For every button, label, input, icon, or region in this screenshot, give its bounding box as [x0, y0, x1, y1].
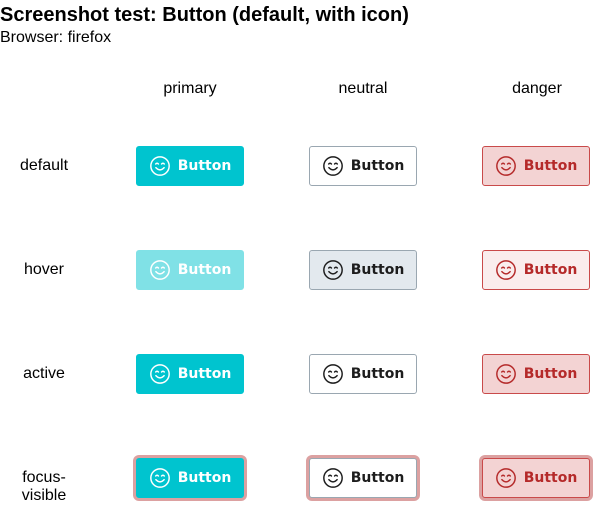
danger-button-focus-visible[interactable]: Button [482, 458, 590, 498]
button-label: Button [523, 366, 578, 382]
neutral-button-default[interactable]: Button [309, 146, 417, 186]
smiley-face-icon [322, 467, 344, 489]
smiley-face-icon [149, 467, 171, 489]
column-header-neutral: neutral [338, 80, 388, 97]
row-label-active: active [23, 365, 65, 382]
row-label-hover: hover [23, 261, 65, 278]
button-label: Button [523, 262, 578, 278]
smiley-face-icon [495, 155, 517, 177]
browser-info: Browser: firefox [0, 29, 112, 46]
row-label-default: default [19, 157, 69, 174]
neutral-button-hover[interactable]: Button [309, 250, 417, 290]
smiley-face-icon [322, 363, 344, 385]
button-label: Button [523, 470, 578, 486]
smiley-face-icon [495, 259, 517, 281]
primary-button-default[interactable]: Button [136, 146, 244, 186]
smiley-face-icon [495, 363, 517, 385]
primary-button-active[interactable]: Button [136, 354, 244, 394]
primary-button-hover[interactable]: Button [136, 250, 244, 290]
button-label: Button [350, 158, 405, 174]
danger-button-hover[interactable]: Button [482, 250, 590, 290]
page-title: Screenshot test: Button (default, with i… [0, 4, 409, 26]
danger-button-default[interactable]: Button [482, 146, 590, 186]
neutral-button-active[interactable]: Button [309, 354, 417, 394]
button-label: Button [350, 262, 405, 278]
column-header-danger: danger [512, 80, 562, 97]
smiley-face-icon [149, 155, 171, 177]
column-header-primary: primary [163, 80, 217, 97]
button-label: Button [177, 366, 232, 382]
smiley-face-icon [149, 363, 171, 385]
smiley-face-icon [322, 155, 344, 177]
smiley-face-icon [322, 259, 344, 281]
smiley-face-icon [495, 467, 517, 489]
neutral-button-focus-visible[interactable]: Button [309, 458, 417, 498]
button-label: Button [523, 158, 578, 174]
button-label: Button [177, 470, 232, 486]
button-label: Button [177, 158, 232, 174]
danger-button-active[interactable]: Button [482, 354, 590, 394]
button-label: Button [177, 262, 232, 278]
button-label: Button [350, 470, 405, 486]
row-label-focus-visible: focus-visible [21, 469, 67, 504]
smiley-face-icon [149, 259, 171, 281]
button-label: Button [350, 366, 405, 382]
primary-button-focus-visible[interactable]: Button [136, 458, 244, 498]
